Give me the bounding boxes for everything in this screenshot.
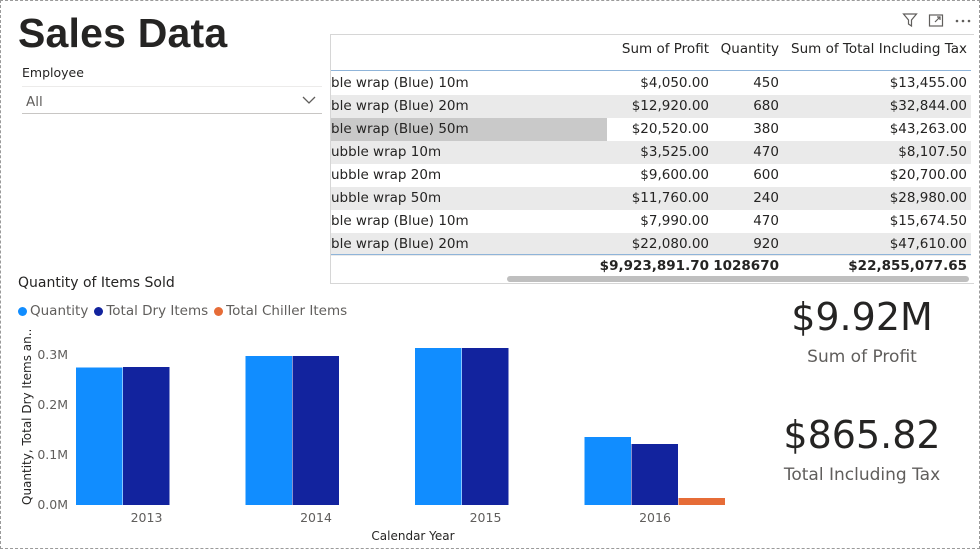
bar-quantity-2015[interactable]: [415, 348, 462, 505]
table-header: Sum of Profit Quantity Sum of Total Incl…: [331, 35, 971, 71]
table-row[interactable]: ble wrap (Blue) 20m $12,920.00 680 $32,844.…: [331, 95, 971, 118]
cell-quantity: 470: [753, 213, 779, 229]
cell-item: ble wrap (Blue) 10m: [331, 75, 469, 91]
bar-quantity-2013[interactable]: [76, 367, 123, 506]
y-tick-label: 0.0M: [37, 497, 68, 512]
cell-profit: $7,990.00: [640, 213, 709, 229]
x-axis-label: Calendar Year: [371, 529, 454, 543]
chart-title: Quantity of Items Sold: [18, 275, 175, 291]
tax-card-label: Total Including Tax: [783, 465, 941, 485]
chart-legend: Quantity Total Dry Items Total Chiller Ite…: [18, 303, 347, 319]
bar-total-chiller-items-2016[interactable]: [678, 498, 726, 505]
cell-total: $20,700.00: [889, 167, 967, 183]
legend-label: Total Dry Items: [106, 303, 209, 319]
table-total-row: $9,923,891.70 1028670 $22,855,077.65: [331, 254, 971, 277]
cell-quantity: 920: [753, 236, 779, 252]
cell-quantity: 380: [753, 121, 779, 137]
table-row[interactable]: ble wrap (Blue) 50m $20,520.00 380 $43,263.…: [331, 118, 971, 141]
tax-card-value: $865.82: [783, 413, 941, 457]
total-including-tax: $22,855,077.65: [848, 258, 967, 274]
profit-card-value: $9.92M: [791, 295, 933, 339]
table-row[interactable]: ubble wrap 20m $9,600.00 600 $20,700.00: [331, 164, 971, 187]
legend-dot-icon: [214, 306, 224, 316]
x-tick-label: 2016: [639, 510, 671, 525]
legend-dot-icon: [94, 306, 104, 316]
cell-item: ubble wrap 20m: [331, 167, 442, 183]
y-tick-label: 0.3M: [37, 347, 68, 362]
cell-item: ble wrap (Blue) 10m: [331, 213, 469, 229]
page-title: Sales Data: [18, 10, 228, 56]
x-tick-label: 2013: [131, 510, 163, 525]
table-row[interactable]: ubble wrap 50m $11,760.00 240 $28,980.00: [331, 187, 971, 210]
slicer-selected-value: All: [26, 94, 43, 110]
bar-total-dry-items-2014[interactable]: [292, 356, 340, 505]
y-tick-label: 0.2M: [37, 397, 68, 412]
more-options-icon[interactable]: [954, 12, 972, 28]
focus-mode-icon[interactable]: [928, 12, 944, 28]
employee-slicer[interactable]: Employee All: [22, 65, 322, 114]
table-row[interactable]: ble wrap (Blue) 10m $4,050.00 450 $13,455.0…: [331, 72, 971, 95]
bar-quantity-2016[interactable]: [584, 437, 632, 505]
cell-item: ble wrap (Blue) 50m: [331, 121, 469, 137]
legend-label: Total Chiller Items: [226, 303, 348, 319]
cell-total: $13,455.00: [889, 75, 967, 91]
bar-total-dry-items-2013[interactable]: [123, 367, 170, 505]
column-header-quantity[interactable]: Quantity: [721, 41, 779, 57]
cell-quantity: 240: [753, 190, 779, 206]
cell-item: ubble wrap 10m: [331, 144, 442, 160]
cell-quantity: 470: [753, 144, 779, 160]
x-tick-label: 2015: [470, 510, 502, 525]
y-axis-label: Quantity, Total Dry Items an...: [20, 330, 34, 505]
column-header-profit[interactable]: Sum of Profit: [622, 41, 709, 57]
cell-item: ubble wrap 50m: [331, 190, 442, 206]
quantity-bar-chart: 0.0M 0.1M 0.2M 0.3MQuantity, Total Dry Item…: [20, 330, 726, 543]
cell-profit: $4,050.00: [640, 75, 709, 91]
cell-quantity: 600: [753, 167, 779, 183]
bar-total-dry-items-2015[interactable]: [462, 348, 509, 505]
visual-header: [900, 12, 976, 30]
x-tick-label: 2014: [300, 510, 332, 525]
table-row[interactable]: ble wrap (Blue) 10m $7,990.00 470 $15,674.5…: [331, 210, 971, 233]
legend-item[interactable]: Total Dry Items: [94, 303, 208, 319]
cell-profit: $22,080.00: [631, 236, 709, 252]
filter-icon[interactable]: [902, 12, 918, 28]
cell-item: ble wrap (Blue) 20m: [331, 98, 469, 114]
sales-table[interactable]: Sum of Profit Quantity Sum of Total Incl…: [330, 34, 974, 284]
cell-profit: $3,525.00: [640, 144, 709, 160]
total-quantity: 1028670: [713, 258, 779, 274]
profit-card-label: Sum of Profit: [807, 347, 917, 367]
table-row[interactable]: ble wrap (Blue) 20m $22,080.00 920 $47,610.…: [331, 233, 971, 256]
column-header-total[interactable]: Sum of Total Including Tax: [791, 41, 967, 57]
cell-total: $8,107.50: [898, 144, 967, 160]
cell-profit: $12,920.00: [631, 98, 709, 114]
table-row[interactable]: ubble wrap 10m $3,525.00 470 $8,107.50: [331, 141, 971, 164]
bar-quantity-2014[interactable]: [245, 356, 293, 505]
chevron-down-icon[interactable]: [302, 95, 316, 105]
cell-total: $28,980.00: [889, 190, 967, 206]
cell-item: ble wrap (Blue) 20m: [331, 236, 469, 252]
cell-quantity: 450: [753, 75, 779, 91]
total-profit: $9,923,891.70: [599, 258, 709, 274]
cell-total: $15,674.50: [889, 213, 967, 229]
cell-total: $43,263.00: [889, 121, 967, 137]
cell-profit: $9,600.00: [640, 167, 709, 183]
legend-dot-icon: [18, 306, 27, 316]
horizontal-scrollbar[interactable]: [507, 276, 969, 282]
cell-profit: $11,760.00: [631, 190, 709, 206]
legend-item[interactable]: Quantity: [18, 303, 88, 319]
slicer-label: Employee: [22, 65, 84, 80]
employee-dropdown[interactable]: All: [22, 86, 322, 114]
cell-quantity: 680: [753, 98, 779, 114]
bar-total-dry-items-2016[interactable]: [631, 444, 679, 505]
cell-total: $32,844.00: [889, 98, 967, 114]
cell-profit: $20,520.00: [631, 121, 709, 137]
legend-item[interactable]: Total Chiller Items: [214, 303, 347, 319]
y-tick-label: 0.1M: [37, 447, 68, 462]
legend-label: Quantity: [30, 303, 89, 319]
cell-total: $47,610.00: [889, 236, 967, 252]
